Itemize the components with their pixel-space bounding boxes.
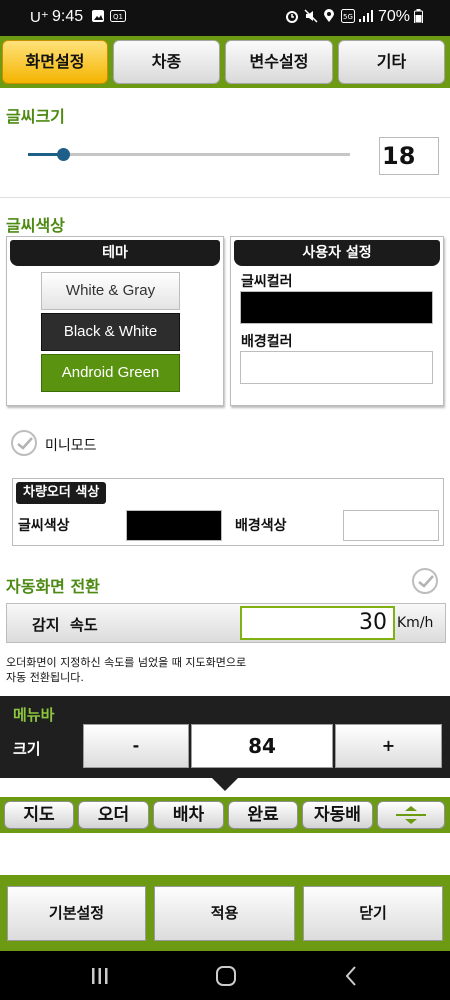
mini-mode-label: 미니모드 xyxy=(45,438,97,454)
clock: 9:45 xyxy=(52,8,84,25)
signal-icon xyxy=(359,10,373,22)
close-button[interactable]: 닫기 xyxy=(303,886,443,941)
tab-vehicle-type[interactable]: 차종 xyxy=(113,40,220,84)
preview-dispatch-button[interactable]: 배차 xyxy=(153,801,224,829)
home-icon[interactable] xyxy=(215,965,237,987)
order-text-color-label: 글씨색상 xyxy=(18,518,70,534)
theme-panel: 테마 White & Gray Black & White Android Gr… xyxy=(6,236,224,406)
back-icon[interactable] xyxy=(344,965,358,987)
preview-auto-dispatch-button[interactable]: 자동배 xyxy=(302,801,373,829)
auto-switch-checkbox[interactable] xyxy=(412,568,438,594)
gallery-icon xyxy=(92,10,104,22)
order-bg-color-label: 배경색상 xyxy=(235,518,287,534)
default-settings-button[interactable]: 기본설정 xyxy=(7,886,146,941)
menubar-size-label: 크기 xyxy=(13,740,41,758)
menubar-settings: 메뉴바 크기 - 84 + xyxy=(0,696,450,778)
menubar-title: 메뉴바 xyxy=(13,706,55,724)
expand-collapse-icon xyxy=(396,806,426,824)
menubar-preview: 지도 오더 배차 완료 자동배 xyxy=(0,797,450,833)
menubar-minus-button[interactable]: - xyxy=(83,724,189,768)
checkmark-icon xyxy=(418,575,434,588)
recent-apps-icon[interactable] xyxy=(90,966,110,986)
tab-screen-settings[interactable]: 화면설정 xyxy=(2,40,108,84)
text-color-label: 글씨컬러 xyxy=(241,274,293,290)
speed-unit: Km/h xyxy=(397,615,434,631)
slider-thumb[interactable] xyxy=(57,148,71,161)
alarm-icon xyxy=(286,11,298,23)
order-text-color-swatch[interactable] xyxy=(126,510,222,541)
description-line-2: 자동 전환됩니다. xyxy=(6,671,84,684)
apply-button[interactable]: 적용 xyxy=(154,886,295,941)
font-size-title: 글씨크기 xyxy=(6,107,65,126)
description-line-1: 오더화면이 지정하신 속도를 넘었을 때 지도화면으로 xyxy=(6,656,247,669)
status-bar: U⁺ 9:45 Q1 5G 70% xyxy=(0,0,450,36)
order-color-header: 차량오더 색상 xyxy=(16,482,107,504)
network-5g-icon: 5G xyxy=(341,9,355,23)
system-nav-bar xyxy=(0,951,450,1000)
user-panel-header: 사용자 설정 xyxy=(234,240,440,266)
tab-bar: 화면설정 차종 변수설정 기타 xyxy=(0,36,450,88)
svg-text:5G: 5G xyxy=(343,13,353,21)
font-size-slider[interactable] xyxy=(28,148,350,161)
preview-complete-button[interactable]: 완료 xyxy=(228,801,298,829)
preview-map-button[interactable]: 지도 xyxy=(4,801,74,829)
auto-switch-description: 오더화면이 지정하신 속도를 넘었을 때 지도화면으로 자동 전환됩니다. xyxy=(6,655,246,685)
bottom-action-bar: 기본설정 적용 닫기 xyxy=(0,875,450,951)
divider xyxy=(0,197,450,198)
theme-android-green-button[interactable]: Android Green xyxy=(41,354,180,392)
preview-order-button[interactable]: 오더 xyxy=(78,801,149,829)
battery-icon xyxy=(414,9,423,23)
location-icon xyxy=(324,9,334,22)
user-color-panel: 사용자 설정 글씨컬러 배경컬러 xyxy=(230,236,444,406)
auto-switch-title: 자동화면 전환 xyxy=(6,577,100,596)
text-color-swatch[interactable] xyxy=(240,291,433,324)
order-color-panel: 차량오더 색상 글씨색상 배경색상 xyxy=(12,478,444,546)
font-size-value: 18 xyxy=(379,137,439,175)
font-color-title: 글씨색상 xyxy=(6,216,65,235)
theme-white-gray-button[interactable]: White & Gray xyxy=(41,272,180,310)
mini-mode-checkbox[interactable] xyxy=(11,430,37,456)
order-bg-color-swatch[interactable] xyxy=(343,510,439,541)
speed-input[interactable]: 30 xyxy=(240,606,395,640)
menubar-plus-button[interactable]: + xyxy=(335,724,442,768)
notification-icon: Q1 xyxy=(110,10,126,22)
mute-icon xyxy=(304,9,318,23)
menubar-size-value: 84 xyxy=(191,724,333,768)
speed-label: 감지 속도 xyxy=(32,616,98,634)
tab-etc[interactable]: 기타 xyxy=(338,40,445,84)
bg-color-swatch[interactable] xyxy=(240,351,433,384)
battery-percent: 70% xyxy=(378,8,411,25)
carrier-label: U⁺ xyxy=(30,9,49,26)
svg-text:Q1: Q1 xyxy=(113,13,123,21)
preview-expand-button[interactable] xyxy=(377,801,445,829)
theme-panel-header: 테마 xyxy=(10,240,220,266)
checkmark-icon xyxy=(17,437,33,450)
theme-black-white-button[interactable]: Black & White xyxy=(41,313,180,351)
pointer-arrow xyxy=(212,778,238,791)
bg-color-label: 배경컬러 xyxy=(241,334,293,350)
tab-variable-settings[interactable]: 변수설정 xyxy=(225,40,333,84)
